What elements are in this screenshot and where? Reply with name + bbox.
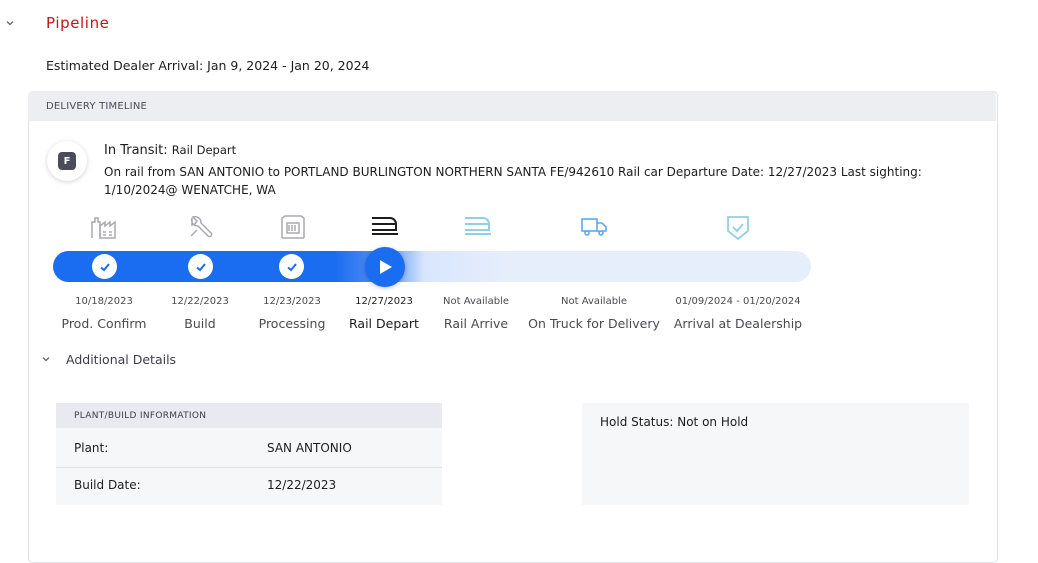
row-label: Build Date: xyxy=(74,478,141,492)
hold-status-text: Hold Status: Not on Hold xyxy=(600,415,749,429)
stage-date: 01/09/2024 - 01/20/2024 xyxy=(675,296,801,307)
stage-complete-check xyxy=(279,254,304,279)
stage-name: Arrival at Dealership xyxy=(673,316,803,331)
table-row: Plant: SAN ANTONIO xyxy=(56,431,442,465)
processing-icon xyxy=(281,215,305,239)
status-prefix: In Transit: xyxy=(104,143,168,158)
status-description: On rail from SAN ANTONIO to PORTLAND BUR… xyxy=(104,165,922,197)
stage-name: On Truck for Delivery xyxy=(528,316,660,331)
check-icon xyxy=(195,262,206,271)
row-value: 12/22/2023 xyxy=(267,478,337,492)
plant-build-table: PLANT/BUILD INFORMATION Plant: SAN ANTON… xyxy=(56,403,442,505)
check-icon xyxy=(99,262,110,271)
table-row: Build Date: 12/22/2023 xyxy=(56,467,442,502)
collapse-chevron-icon[interactable] xyxy=(4,17,16,29)
status-value: Rail Depart xyxy=(171,143,237,157)
badge-letter: F xyxy=(58,152,76,170)
stage-date: Not Available xyxy=(561,296,627,307)
train-arrive-icon xyxy=(465,217,491,235)
truck-icon xyxy=(581,218,607,236)
card-header-label: DELIVERY TIMELINE xyxy=(46,101,148,112)
card-header xyxy=(28,91,996,121)
stage-complete-check xyxy=(188,254,213,279)
train-icon xyxy=(372,217,398,235)
additional-details-chevron-icon[interactable] xyxy=(40,353,52,365)
status-line: In Transit: Rail Depart xyxy=(104,143,236,158)
progress-track xyxy=(53,251,811,282)
wrench-icon xyxy=(190,215,213,238)
estimated-arrival: Estimated Dealer Arrival: Jan 9, 2024 - … xyxy=(46,58,370,73)
additional-details-toggle[interactable]: Additional Details xyxy=(66,352,176,367)
plant-table-header: PLANT/BUILD INFORMATION xyxy=(56,403,442,428)
play-icon xyxy=(380,260,392,274)
current-stage-marker xyxy=(365,247,405,287)
section-title: Pipeline xyxy=(46,14,110,32)
shield-check-icon xyxy=(727,216,749,241)
row-value: SAN ANTONIO xyxy=(267,441,352,455)
factory-icon xyxy=(91,217,116,239)
stage-complete-check xyxy=(92,254,117,279)
status-badge: F xyxy=(47,141,87,181)
check-icon xyxy=(286,262,297,271)
plant-table-header-label: PLANT/BUILD INFORMATION xyxy=(74,411,207,421)
hold-status-panel: Hold Status: Not on Hold xyxy=(582,403,969,505)
row-label: Plant: xyxy=(74,441,109,455)
